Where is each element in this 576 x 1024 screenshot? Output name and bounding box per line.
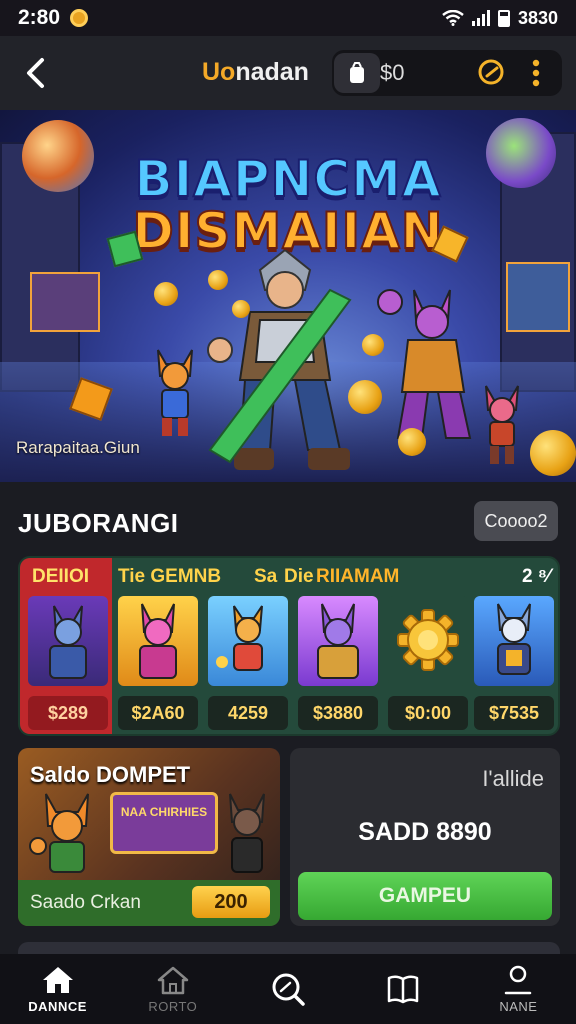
game-price: $289 (28, 696, 108, 730)
game-price: 4259 (208, 696, 288, 730)
nav-item-library[interactable] (346, 954, 461, 1024)
game-thumbnail[interactable] (298, 596, 378, 686)
game-price: $3880 (298, 696, 378, 730)
profile-icon (505, 965, 532, 994)
balance-label: I'allide (482, 766, 544, 791)
bottom-nav: DANNCE RORTO NANE (0, 954, 576, 1024)
wallet-title: Saldo DOMPET (30, 762, 191, 787)
banner-title-line1: BIAPNCMA (133, 149, 442, 209)
coin-art (208, 270, 228, 290)
nav-label: DANNCE (28, 998, 87, 1014)
strip-label: Sa (254, 566, 278, 587)
status-time: 2:80 (18, 6, 61, 29)
wallet-game-box: NAA CHIRHIES (110, 792, 218, 854)
nav-item-home[interactable]: DANNCE (0, 954, 115, 1024)
coin-art (232, 300, 250, 318)
book-icon (387, 975, 419, 1004)
wallet-footer-label: Saado Crkan (30, 892, 141, 913)
section-badge-button[interactable]: Coooo2 (474, 501, 558, 541)
game-price: $2A60 (118, 696, 198, 730)
promo-banner[interactable]: BIAPNCMA DISMAIIAN Rarapaitaa.Giun (0, 110, 576, 482)
fox-character-art (157, 349, 193, 436)
coin-art (398, 428, 426, 456)
app-title-prefix: Uo (202, 58, 236, 86)
wallet-amount: 200 (192, 886, 270, 918)
strip-label: 2 ⁸⁄ (522, 566, 550, 587)
strip-label: DEIIOI (32, 566, 90, 587)
home-outline-icon (157, 966, 189, 994)
status-icons: 3830 (442, 8, 558, 29)
signal-icon (471, 10, 490, 26)
balance-pill[interactable]: $0 (332, 50, 562, 96)
sign-art (30, 272, 100, 332)
game-thumbnail[interactable] (388, 596, 468, 686)
app-title: Uonadan (202, 58, 309, 87)
chevron-left-icon (27, 58, 44, 88)
notification-icon (70, 9, 89, 27)
app-title-rest: nadan (235, 58, 309, 86)
nav-label: RORTO (148, 998, 198, 1014)
home-icon (42, 966, 73, 993)
wallet-card[interactable]: Saldo DOMPET NAA CHIRHIES Saado Crkan 20… (18, 748, 280, 926)
nav-item-profile[interactable]: NANE (461, 954, 576, 1024)
strip-label: RIIAMAM (316, 566, 400, 587)
search-icon (478, 59, 504, 85)
coin-art (154, 282, 178, 306)
strip-label: Die (284, 566, 314, 587)
raccoon-character-art (229, 793, 265, 873)
back-button[interactable] (8, 43, 62, 103)
game-price: $7535 (474, 696, 554, 730)
battery-text: 3830 (517, 7, 558, 28)
balance-card: I'allide SADD 8890 GAMPEU (290, 748, 560, 926)
cta-button[interactable]: GAMPEU (298, 872, 552, 920)
nav-item-search[interactable] (230, 954, 345, 1024)
game-thumbnail[interactable] (208, 596, 288, 686)
game-thumbnail[interactable] (28, 596, 108, 686)
wifi-icon (442, 10, 464, 26)
nav-item-home-outline[interactable]: RORTO (115, 954, 230, 1024)
coin-art (362, 334, 384, 356)
battery-icon (497, 9, 510, 27)
gear-icon (397, 609, 459, 671)
banner-url: Rarapaitaa.Giun (16, 438, 140, 457)
nav-label: NANE (499, 998, 538, 1014)
game-thumbnail[interactable] (474, 596, 554, 686)
wallet-icon[interactable] (334, 53, 380, 93)
games-strip: DEIIOI Tie GEMNB Sa Die RIIAMAM 2 ⁸⁄ $28… (18, 556, 560, 736)
section-title: JUBORANGI (18, 508, 179, 538)
status-bar: 2:80 3830 (0, 0, 576, 36)
balance-amount: SADD 8890 (358, 818, 492, 846)
more-menu-button[interactable] (522, 53, 550, 93)
balance-value: $0 (380, 60, 405, 85)
app-header: Uonadan $0 (0, 36, 576, 110)
search-button[interactable] (472, 53, 512, 93)
game-thumbnail[interactable] (118, 596, 198, 686)
fox-character-art (29, 793, 89, 873)
search-icon (272, 973, 305, 1006)
coin-art (348, 380, 382, 414)
more-vertical-icon (532, 59, 540, 87)
sign-art (506, 262, 570, 332)
strip-label: Tie GEMNB (118, 566, 222, 587)
coin-art (530, 430, 576, 476)
game-price: $0:00 (388, 696, 468, 730)
